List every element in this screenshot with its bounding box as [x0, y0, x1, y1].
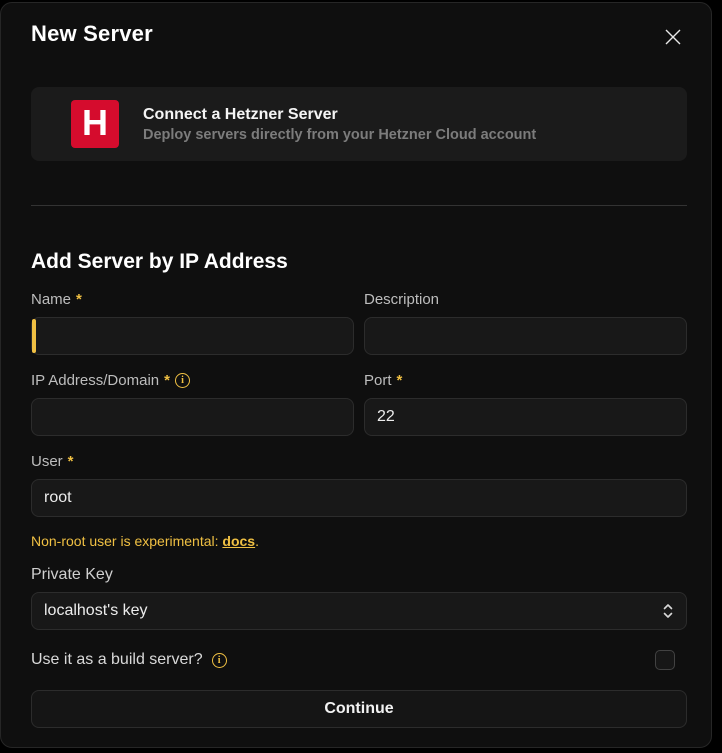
text-caret: [32, 319, 36, 353]
user-label-text: User: [31, 453, 63, 470]
connect-hetzner-card[interactable]: H Connect a Hetzner Server Deploy server…: [31, 87, 687, 161]
close-button[interactable]: [659, 23, 687, 51]
build-server-checkbox[interactable]: [655, 650, 675, 670]
hetzner-card-text: Connect a Hetzner Server Deploy servers …: [143, 106, 536, 143]
ip-label: IP Address/Domain * i: [31, 371, 354, 390]
port-input[interactable]: [364, 398, 687, 436]
continue-button[interactable]: Continue: [31, 690, 687, 728]
ip-input[interactable]: [31, 398, 354, 436]
build-server-label: Use it as a build server? i: [31, 651, 227, 669]
user-label: User *: [31, 452, 687, 471]
docs-link[interactable]: docs: [222, 533, 255, 549]
private-key-field-group: Private Key localhost's key: [31, 565, 687, 630]
hetzner-logo-letter: H: [82, 101, 108, 143]
divider: [31, 205, 687, 206]
port-label: Port *: [364, 371, 687, 390]
non-root-note: Non-root user is experimental: docs.: [31, 533, 687, 549]
note-suffix: .: [255, 533, 259, 549]
form-row-name-description: Name * Description: [31, 274, 687, 355]
name-label: Name *: [31, 290, 354, 309]
build-server-row: Use it as a build server? i: [31, 650, 687, 670]
user-field-group: User *: [31, 452, 687, 517]
close-icon: [665, 29, 681, 45]
note-prefix: Non-root user is experimental:: [31, 533, 223, 549]
page-title: New Server: [31, 21, 153, 46]
private-key-label-text: Private Key: [31, 565, 113, 583]
form-row-ip-port: IP Address/Domain * i Port *: [31, 355, 687, 436]
info-icon[interactable]: i: [211, 652, 227, 668]
private-key-select[interactable]: localhost's key: [31, 592, 687, 630]
required-asterisk: *: [76, 291, 82, 308]
modal-header: New Server: [31, 21, 687, 51]
build-server-label-text: Use it as a build server?: [31, 651, 203, 668]
description-input[interactable]: [364, 317, 687, 355]
hetzner-logo-icon: H: [71, 100, 119, 148]
info-icon[interactable]: i: [174, 373, 190, 388]
ip-label-text: IP Address/Domain: [31, 372, 160, 389]
new-server-modal: New Server H Connect a Hetzner Server De…: [0, 2, 712, 748]
port-field-group: Port *: [364, 355, 687, 436]
ip-field-group: IP Address/Domain * i: [31, 355, 354, 436]
required-asterisk: *: [396, 372, 403, 389]
required-asterisk: *: [67, 453, 74, 470]
name-field-group: Name *: [31, 274, 354, 355]
description-label: Description: [364, 290, 687, 309]
private-key-label: Private Key: [31, 565, 687, 584]
hetzner-card-subtitle: Deploy servers directly from your Hetzne…: [143, 126, 537, 143]
section-heading: Add Server by IP Address: [31, 250, 288, 273]
private-key-selected-value: localhost's key: [44, 602, 148, 619]
name-input[interactable]: [31, 317, 354, 355]
required-asterisk: *: [164, 372, 170, 389]
description-field-group: Description: [364, 274, 687, 355]
description-label-text: Description: [364, 291, 440, 308]
port-label-text: Port: [364, 372, 392, 389]
user-input[interactable]: [31, 479, 687, 517]
name-label-text: Name: [31, 291, 72, 308]
hetzner-card-title: Connect a Hetzner Server: [143, 105, 338, 123]
